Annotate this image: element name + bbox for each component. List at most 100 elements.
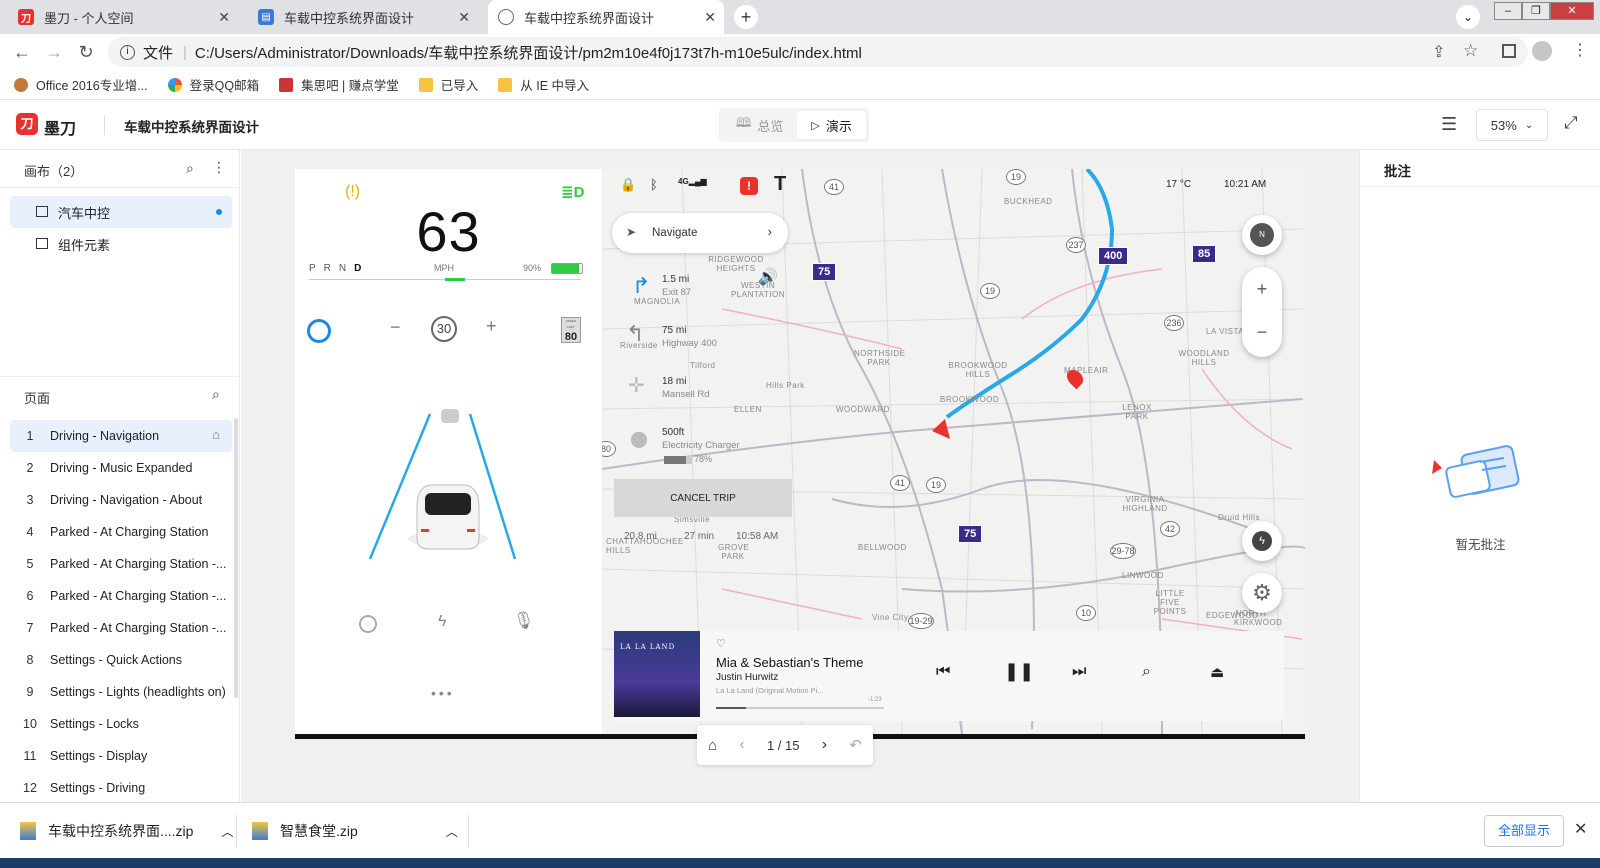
lightning-icon[interactable]: ϟ	[438, 613, 446, 631]
close-icon[interactable]: ✕	[1574, 819, 1587, 839]
tab-search-icon[interactable]: ⌄	[1456, 5, 1480, 29]
page-item[interactable]: 5 Parked - At Charging Station -...	[10, 548, 232, 580]
track-progress[interactable]	[716, 707, 884, 709]
close-icon[interactable]: ✕	[704, 9, 716, 26]
download-item[interactable]: 智慧食堂.zip ︿	[252, 803, 458, 859]
bookmark-folder-ie[interactable]: 从 IE 中导入	[498, 75, 589, 94]
page-number: 12	[23, 781, 37, 795]
charging-button[interactable]: ϟ	[1242, 521, 1282, 561]
lock-icon[interactable]: 🔒	[620, 177, 636, 193]
page-item[interactable]: 11 Settings - Display	[10, 740, 232, 772]
browser-tab-3[interactable]: 车载中控系统界面设计 ✕	[488, 0, 724, 34]
browser-tab-2[interactable]: ▤ 车载中控系统界面设计 ✕	[248, 0, 478, 34]
camera-icon[interactable]	[359, 615, 377, 633]
tesla-logo-icon[interactable]: T	[774, 173, 786, 196]
close-icon[interactable]: ✕	[218, 9, 230, 26]
navigation-map[interactable]: BUCKHEAD RIDGEWOOD HEIGHTS WESTIN PLANTA…	[602, 169, 1305, 734]
menu-icon[interactable]: ⋮	[1572, 40, 1588, 60]
fullscreen-icon[interactable]: ⤢	[1564, 113, 1578, 133]
close-icon[interactable]: ✕	[458, 9, 470, 26]
gear-selector: PRND	[309, 263, 363, 274]
page-item[interactable]: 4 Parked - At Charging Station	[10, 516, 232, 548]
next-track-button[interactable]: ⏭	[1072, 663, 1086, 681]
share-icon[interactable]: ⇪	[1432, 42, 1445, 62]
previous-page-button[interactable]: ‹	[739, 736, 744, 754]
chevron-up-icon[interactable]: ︿	[446, 823, 458, 840]
zoom-out-button[interactable]: −	[1242, 312, 1282, 357]
page-item[interactable]: 2 Driving - Music Expanded	[10, 452, 232, 484]
page-item[interactable]: 7 Parked - At Charging Station -...	[10, 612, 232, 644]
search-icon[interactable]: ⌕	[186, 160, 194, 177]
navigate-button[interactable]: ➤ Navigate ›	[612, 213, 788, 253]
microphone-icon[interactable]: 🎙	[513, 611, 535, 631]
bookmark-office[interactable]: Office 2016专业增...	[14, 75, 148, 94]
page-item[interactable]: 6 Parked - At Charging Station -...	[10, 580, 232, 612]
home-page-icon: ⌂	[212, 427, 220, 442]
overview-mode-button[interactable]: 🕮 总览	[722, 111, 797, 139]
show-all-downloads-button[interactable]: 全部显示	[1484, 815, 1564, 847]
cruise-plus-button[interactable]: +	[486, 316, 497, 337]
canvas-item-car[interactable]: 汽车中控	[10, 196, 232, 228]
page-item[interactable]: 10 Settings - Locks	[10, 708, 232, 740]
search-icon[interactable]: ⌕	[212, 386, 220, 403]
avatar-icon	[14, 77, 28, 92]
previous-track-button[interactable]: ⏮	[936, 663, 950, 681]
compass-button[interactable]: N	[1242, 215, 1282, 255]
heart-icon[interactable]: ♡	[716, 637, 726, 650]
info-icon[interactable]: i	[120, 44, 135, 60]
alert-icon[interactable]: !	[740, 177, 758, 195]
page-item[interactable]: 8 Settings - Quick Actions	[10, 644, 232, 676]
canvas-item-components[interactable]: 组件元素	[10, 228, 232, 260]
turn-left-icon: ↰	[626, 321, 645, 346]
minimize-button[interactable]: –	[1494, 2, 1522, 20]
download-item[interactable]: 车载中控系统界面....zip ︿	[20, 803, 233, 859]
browser-tab-1[interactable]: 刀 墨刀 - 个人空间 ✕	[8, 0, 238, 34]
star-icon[interactable]: ☆	[1463, 41, 1478, 61]
settings-button[interactable]: ⚙	[1242, 573, 1282, 613]
search-icon[interactable]: ⌕	[1142, 663, 1151, 681]
forward-icon[interactable]: →	[38, 42, 70, 63]
present-mode-button[interactable]: ▷ 演示	[797, 111, 866, 139]
album-art[interactable]: LA LA LAND	[614, 631, 700, 717]
page-item[interactable]: 3 Driving - Navigation - About	[10, 484, 232, 516]
profile-icon[interactable]	[1532, 41, 1552, 61]
clock: 10:21 AM	[1224, 179, 1267, 190]
back-icon[interactable]: ←	[6, 42, 38, 63]
zoom-select[interactable]: 53% ⌄	[1476, 109, 1548, 141]
settings-sliders-icon[interactable]: ☰	[1441, 114, 1457, 135]
bluetooth-icon[interactable]: ᛒ	[650, 177, 658, 192]
cruise-minus-button[interactable]: −	[390, 317, 401, 338]
reload-icon[interactable]: ↻	[70, 42, 102, 63]
current-location-icon	[932, 419, 950, 439]
undo-icon[interactable]: ↶	[849, 736, 862, 754]
expand-icon[interactable]: ⏏	[1210, 663, 1224, 681]
gear-icon: ⚙	[1252, 580, 1272, 605]
new-tab-button[interactable]: +	[734, 5, 758, 29]
close-window-button[interactable]: ✕	[1550, 2, 1594, 20]
url-field[interactable]: i 文件 | C:/Users/Administrator/Downloads/…	[108, 37, 1528, 67]
route-marker: 42	[1160, 521, 1180, 537]
speed-limit-sign: SPEED LIMIT 80	[561, 317, 581, 343]
cancel-trip-button[interactable]: CANCEL TRIP	[614, 479, 792, 517]
steering-wheel-icon[interactable]	[307, 319, 331, 343]
zoom-in-button[interactable]: +	[1242, 267, 1282, 312]
more-dots-icon[interactable]: •••	[431, 685, 455, 701]
bookmark-folder-imported[interactable]: 已导入	[418, 75, 478, 94]
scrollbar[interactable]	[234, 418, 238, 698]
bookmark-jisiba[interactable]: 集思吧 | 赚点学堂	[279, 75, 399, 94]
page-item[interactable]: 1 Driving - Navigation ⌂	[10, 420, 232, 452]
page-item[interactable]: 12 Settings - Driving	[10, 772, 232, 804]
track-title: Mia & Sebastian's Theme	[716, 655, 864, 670]
book-icon: 🕮	[736, 115, 752, 130]
home-icon[interactable]: ⌂	[708, 737, 717, 754]
page-item[interactable]: 9 Settings - Lights (headlights on)	[10, 676, 232, 708]
volume-icon[interactable]: 🔊	[758, 267, 778, 287]
next-page-button[interactable]: ›	[822, 736, 827, 754]
pause-button[interactable]: ❚❚	[1004, 661, 1034, 682]
bookmark-qqmail[interactable]: 登录QQ邮箱	[167, 75, 259, 94]
nav-step: 500ft Electricity Charger	[662, 427, 740, 451]
sidebar-icon[interactable]	[1502, 44, 1516, 58]
chevron-up-icon[interactable]: ︿	[221, 823, 233, 840]
maximize-button[interactable]: ❐	[1522, 2, 1550, 20]
more-icon[interactable]: ⋮	[212, 159, 226, 176]
